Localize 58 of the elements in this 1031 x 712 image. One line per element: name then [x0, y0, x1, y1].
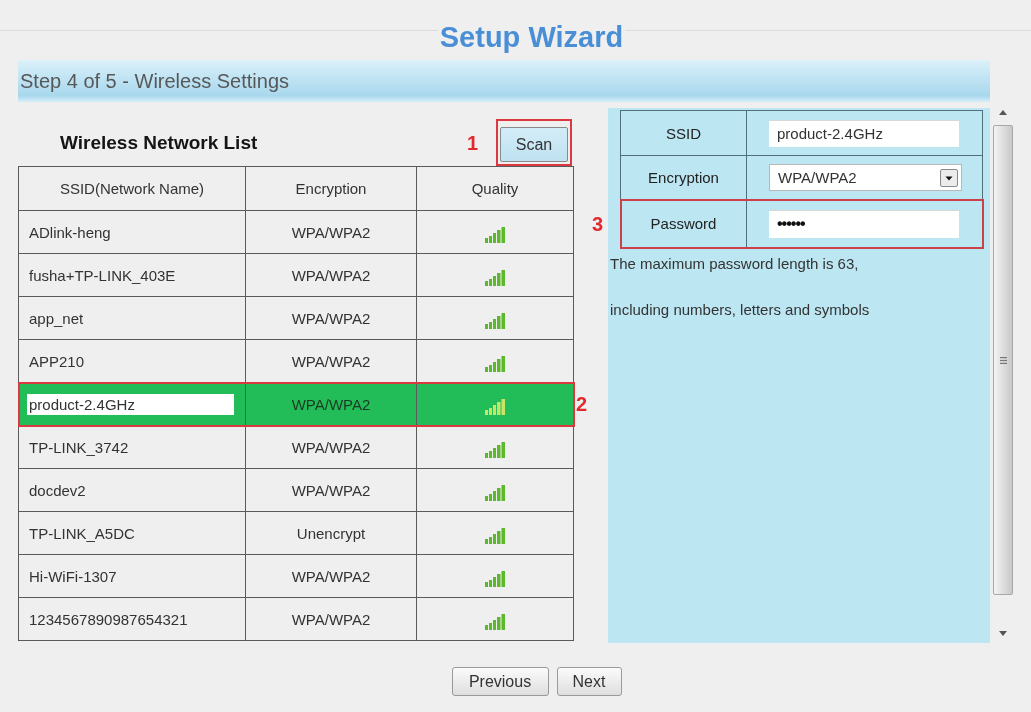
next-button[interactable]: Next — [556, 667, 622, 696]
step-title: Step 4 of 5 - Wireless Settings — [20, 69, 289, 93]
table-row[interactable]: product-2.4GHz WPA/WPA2 — [18, 382, 574, 426]
previous-button[interactable]: Previous — [451, 667, 549, 696]
table-cell: docdev2 — [18, 468, 246, 512]
list-title: Wireless Network List — [60, 131, 258, 154]
table-row[interactable]: docdev2 WPA/WPA2 — [18, 468, 574, 512]
signal-icon — [484, 442, 506, 458]
table-row[interactable]: 1234567890987654321 WPA/WPA2 — [18, 597, 574, 641]
table-cell: Hi-WiFi-1307 — [18, 554, 246, 598]
signal-icon — [484, 571, 506, 587]
table-cell: WPA/WPA2 — [245, 468, 417, 512]
scan-button[interactable]: Scan — [500, 127, 568, 162]
scrollbar-thumb[interactable] — [993, 125, 1013, 595]
callout-number: 2 — [576, 392, 588, 415]
table-row[interactable]: TP-LINK_3742 WPA/WPA2 — [18, 425, 574, 469]
scroll-up-icon[interactable] — [999, 110, 1007, 115]
table-row[interactable]: Hi-WiFi-1307 WPA/WPA2 — [18, 554, 574, 598]
table-cell: Unencrypt — [245, 511, 417, 555]
signal-icon — [484, 399, 506, 415]
column-header: Encryption — [245, 166, 417, 211]
table-cell: 1234567890987654321 — [18, 597, 246, 641]
table-cell: WPA/WPA2 — [245, 296, 417, 340]
signal-icon — [484, 528, 506, 544]
password-field[interactable]: •••••• — [769, 209, 959, 238]
column-header: SSID(Network Name) — [18, 166, 246, 211]
table-cell: app_net — [18, 296, 246, 340]
table-row[interactable]: ADlink-heng WPA/WPA2 — [18, 210, 574, 254]
callout-number: 1 — [466, 131, 478, 154]
callout-number: 3 — [591, 212, 603, 235]
table-cell: WPA/WPA2 — [245, 253, 417, 297]
caret-icon — [940, 168, 958, 187]
hint-text: including numbers, letters and symbols — [609, 300, 871, 320]
table-cell: TP-LINK_3742 — [18, 425, 246, 469]
signal-icon — [484, 227, 506, 243]
signal-icon — [484, 356, 506, 372]
table-row[interactable]: TP-LINK_A5DC Unencrypt — [18, 511, 574, 555]
table-row[interactable]: app_net WPA/WPA2 — [18, 296, 574, 340]
table-cell: WPA/WPA2 — [245, 425, 417, 469]
signal-icon — [484, 270, 506, 286]
encryption-select[interactable]: WPA/WPA2 — [769, 164, 962, 191]
field-label: SSID — [620, 110, 747, 156]
scroll-down-icon[interactable] — [999, 631, 1007, 636]
table-cell: WPA/WPA2 — [245, 597, 417, 641]
field-label: Encryption — [620, 155, 747, 200]
signal-icon — [484, 485, 506, 501]
table-cell: ADlink-heng — [18, 210, 246, 254]
signal-icon — [484, 313, 506, 329]
grip-icon — [999, 356, 1007, 364]
ssid-field[interactable]: product-2.4GHz — [769, 119, 959, 147]
column-header: Quality — [416, 166, 574, 211]
table-cell: WPA/WPA2 — [245, 210, 417, 254]
table-cell: TP-LINK_A5DC — [18, 511, 246, 555]
table-row[interactable]: fusha+TP-LINK_403E WPA/WPA2 — [18, 253, 574, 297]
table-cell: WPA/WPA2 — [245, 554, 417, 598]
table-cell: fusha+TP-LINK_403E — [18, 253, 246, 297]
hint-text: The maximum password length is 63, — [609, 254, 860, 274]
signal-icon — [484, 614, 506, 630]
